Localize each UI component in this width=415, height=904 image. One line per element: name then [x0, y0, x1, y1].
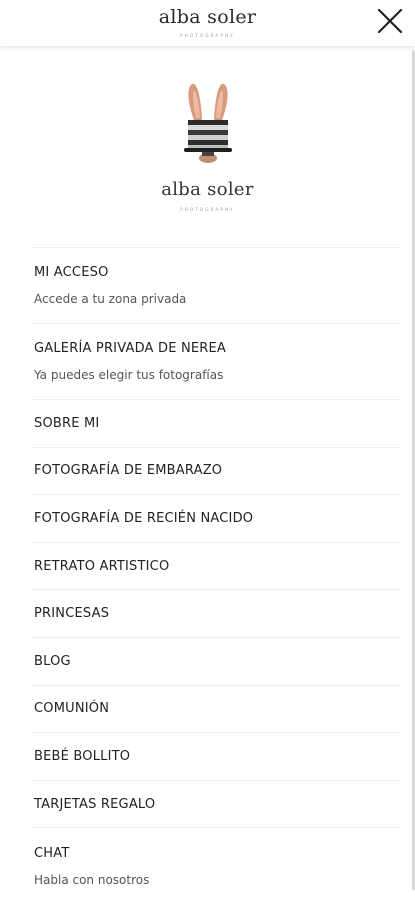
menu-item-label: MI ACCESO — [34, 265, 109, 280]
menu-item-chat[interactable]: CHAT Habla con nosotros — [32, 828, 400, 904]
menu-item-label: CHAT — [34, 845, 70, 861]
menu-item-subtitle: Accede a tu zona privada — [34, 292, 187, 306]
close-menu-button[interactable] — [377, 8, 403, 34]
menu-item-label: GALERÍA PRIVADA DE NEREA — [34, 341, 227, 356]
bunny-ears-hat-illustration — [183, 83, 232, 163]
menu-item-label: PRINCESAS — [34, 606, 110, 622]
brand-logo-tagline: PHOTOGRAPHY — [180, 207, 235, 212]
header-brand[interactable]: alba soler PHOTOGRAPHY — [0, 6, 415, 38]
menu-item-embarazo[interactable]: FOTOGRAFÍA DE EMBARAZO — [32, 448, 400, 496]
menu-item-retrato-artistico[interactable]: RETRATO ARTISTICO — [32, 543, 400, 591]
menu-item-label: SOBRE MI — [34, 415, 100, 431]
menu-item-bebe-bollito[interactable]: BEBÉ BOLLITO — [32, 733, 400, 781]
brand-logo[interactable]: alba soler PHOTOGRAPHY — [0, 179, 415, 213]
menu-item-label: FOTOGRAFÍA DE EMBARAZO — [34, 463, 223, 479]
close-icon — [377, 8, 403, 34]
menu-item-label: TARJETAS REGALO — [34, 796, 156, 812]
logo-illustration[interactable] — [0, 82, 415, 172]
menu-item-recien-nacido[interactable]: FOTOGRAFÍA DE RECIÉN NACIDO — [32, 495, 400, 543]
menu-item-comunion[interactable]: COMUNIÓN — [32, 686, 400, 734]
brand-logo-name: alba soler — [161, 179, 254, 200]
menu-item-subtitle: Habla con nosotros — [34, 872, 150, 887]
menu-item-princesas[interactable]: PRINCESAS — [32, 590, 400, 638]
menu-item-subtitle: Ya puedes elegir tus fotografías — [34, 368, 224, 382]
header-brand-tagline: PHOTOGRAPHY — [180, 33, 235, 38]
menu-item-tarjetas-regalo[interactable]: TARJETAS REGALO — [32, 781, 400, 829]
header-brand-name[interactable]: alba soler — [0, 6, 415, 28]
menu-item-label: BLOG — [34, 653, 71, 669]
top-bar: alba soler PHOTOGRAPHY — [0, 0, 415, 46]
menu-item-sobre-mi[interactable]: SOBRE MI — [32, 400, 400, 448]
menu-item-mi-acceso[interactable]: MI ACCESO Accede a tu zona privada — [32, 248, 400, 324]
menu-item-label: BEBÉ BOLLITO — [34, 748, 131, 764]
menu-item-label: RETRATO ARTISTICO — [34, 558, 170, 574]
navigation-menu: MI ACCESO Accede a tu zona privada GALER… — [32, 247, 400, 904]
menu-item-label: COMUNIÓN — [34, 701, 110, 717]
menu-item-galeria-privada[interactable]: GALERÍA PRIVADA DE NEREA Ya puedes elegi… — [32, 324, 400, 400]
menu-item-label: FOTOGRAFÍA DE RECIÉN NACIDO — [34, 510, 254, 526]
menu-item-blog[interactable]: BLOG — [32, 638, 400, 686]
